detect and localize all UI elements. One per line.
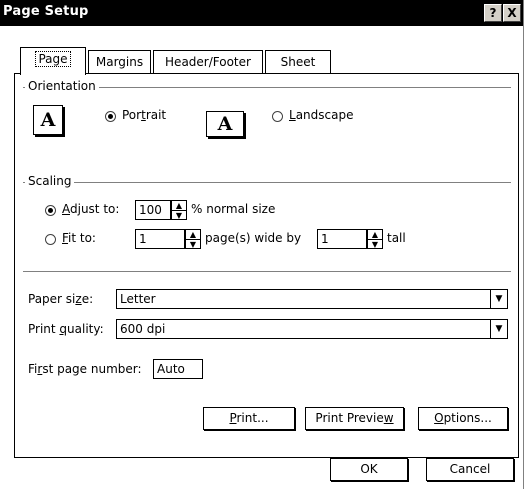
fit-to-label[interactable]: Fit to: [62, 231, 96, 245]
help-button[interactable]: ? [484, 4, 502, 22]
scaling-group-label: Scaling [25, 174, 75, 188]
spin-up-icon[interactable]: ▲ [368, 230, 382, 240]
ok-button[interactable]: OK [330, 458, 408, 481]
close-button[interactable]: X [503, 4, 521, 22]
tab-page[interactable]: Page [20, 47, 86, 75]
spin-up-icon[interactable]: ▲ [172, 201, 186, 211]
cancel-button[interactable]: Cancel [426, 458, 514, 481]
print-quality-label: Print quality: [28, 322, 104, 336]
title-bar[interactable]: Page Setup ? X [0, 0, 523, 26]
orientation-group-label: Orientation [25, 79, 99, 93]
adjust-to-input[interactable]: 100 [135, 200, 171, 220]
adjust-to-radio[interactable] [45, 205, 56, 216]
print-quality-value: 600 dpi [120, 322, 166, 336]
tab-margins[interactable]: Margins [88, 50, 151, 73]
paper-size-label: Paper size: [28, 292, 94, 306]
fit-wide-input[interactable]: 1 [135, 229, 185, 249]
landscape-icon: A [206, 111, 244, 137]
print-quality-select[interactable]: 600 dpi ▼ [116, 319, 508, 339]
spin-up-icon[interactable]: ▲ [186, 230, 200, 240]
chevron-down-icon[interactable]: ▼ [490, 320, 507, 338]
first-page-number-label: First page number: [28, 362, 142, 376]
tab-sheet[interactable]: Sheet [265, 50, 331, 73]
paper-size-select[interactable]: Letter ▼ [116, 289, 508, 309]
portrait-radio[interactable] [105, 111, 116, 122]
fit-tall-spinner[interactable]: ▲ ▼ [367, 229, 383, 249]
fit-to-radio[interactable] [45, 234, 56, 245]
paper-size-value: Letter [120, 292, 156, 306]
print-button[interactable]: Print... [203, 407, 295, 430]
fit-wide-spinner[interactable]: ▲ ▼ [185, 229, 201, 249]
fit-wide-suffix: page(s) wide by [205, 231, 302, 245]
portrait-icon: A [33, 105, 63, 135]
fit-tall-input[interactable]: 1 [317, 229, 367, 249]
fit-tall-suffix: tall [387, 231, 406, 245]
landscape-radio[interactable] [272, 111, 283, 122]
spin-down-icon[interactable]: ▼ [368, 240, 382, 249]
window-title: Page Setup [3, 4, 89, 19]
adjust-to-spinner[interactable]: ▲ ▼ [171, 200, 187, 220]
spin-down-icon[interactable]: ▼ [172, 211, 186, 220]
spin-down-icon[interactable]: ▼ [186, 240, 200, 249]
section-separator [23, 271, 511, 273]
scaling-divider [23, 182, 511, 184]
page-setup-dialog: Page Setup ? X Page Margins Header/Foote… [0, 0, 524, 489]
options-button[interactable]: Options... [418, 407, 508, 430]
print-preview-button[interactable]: Print Preview [305, 407, 404, 430]
portrait-label[interactable]: Portrait [122, 108, 166, 122]
landscape-label[interactable]: Landscape [289, 108, 353, 122]
tab-header-footer[interactable]: Header/Footer [153, 50, 263, 73]
chevron-down-icon[interactable]: ▼ [490, 290, 507, 308]
adjust-to-label[interactable]: Adjust to: [62, 202, 119, 216]
tab-panel-page: Orientation A Portrait A Landscape Scali… [14, 73, 519, 458]
first-page-number-input[interactable]: Auto [153, 359, 203, 379]
adjust-to-suffix: % normal size [191, 202, 276, 216]
